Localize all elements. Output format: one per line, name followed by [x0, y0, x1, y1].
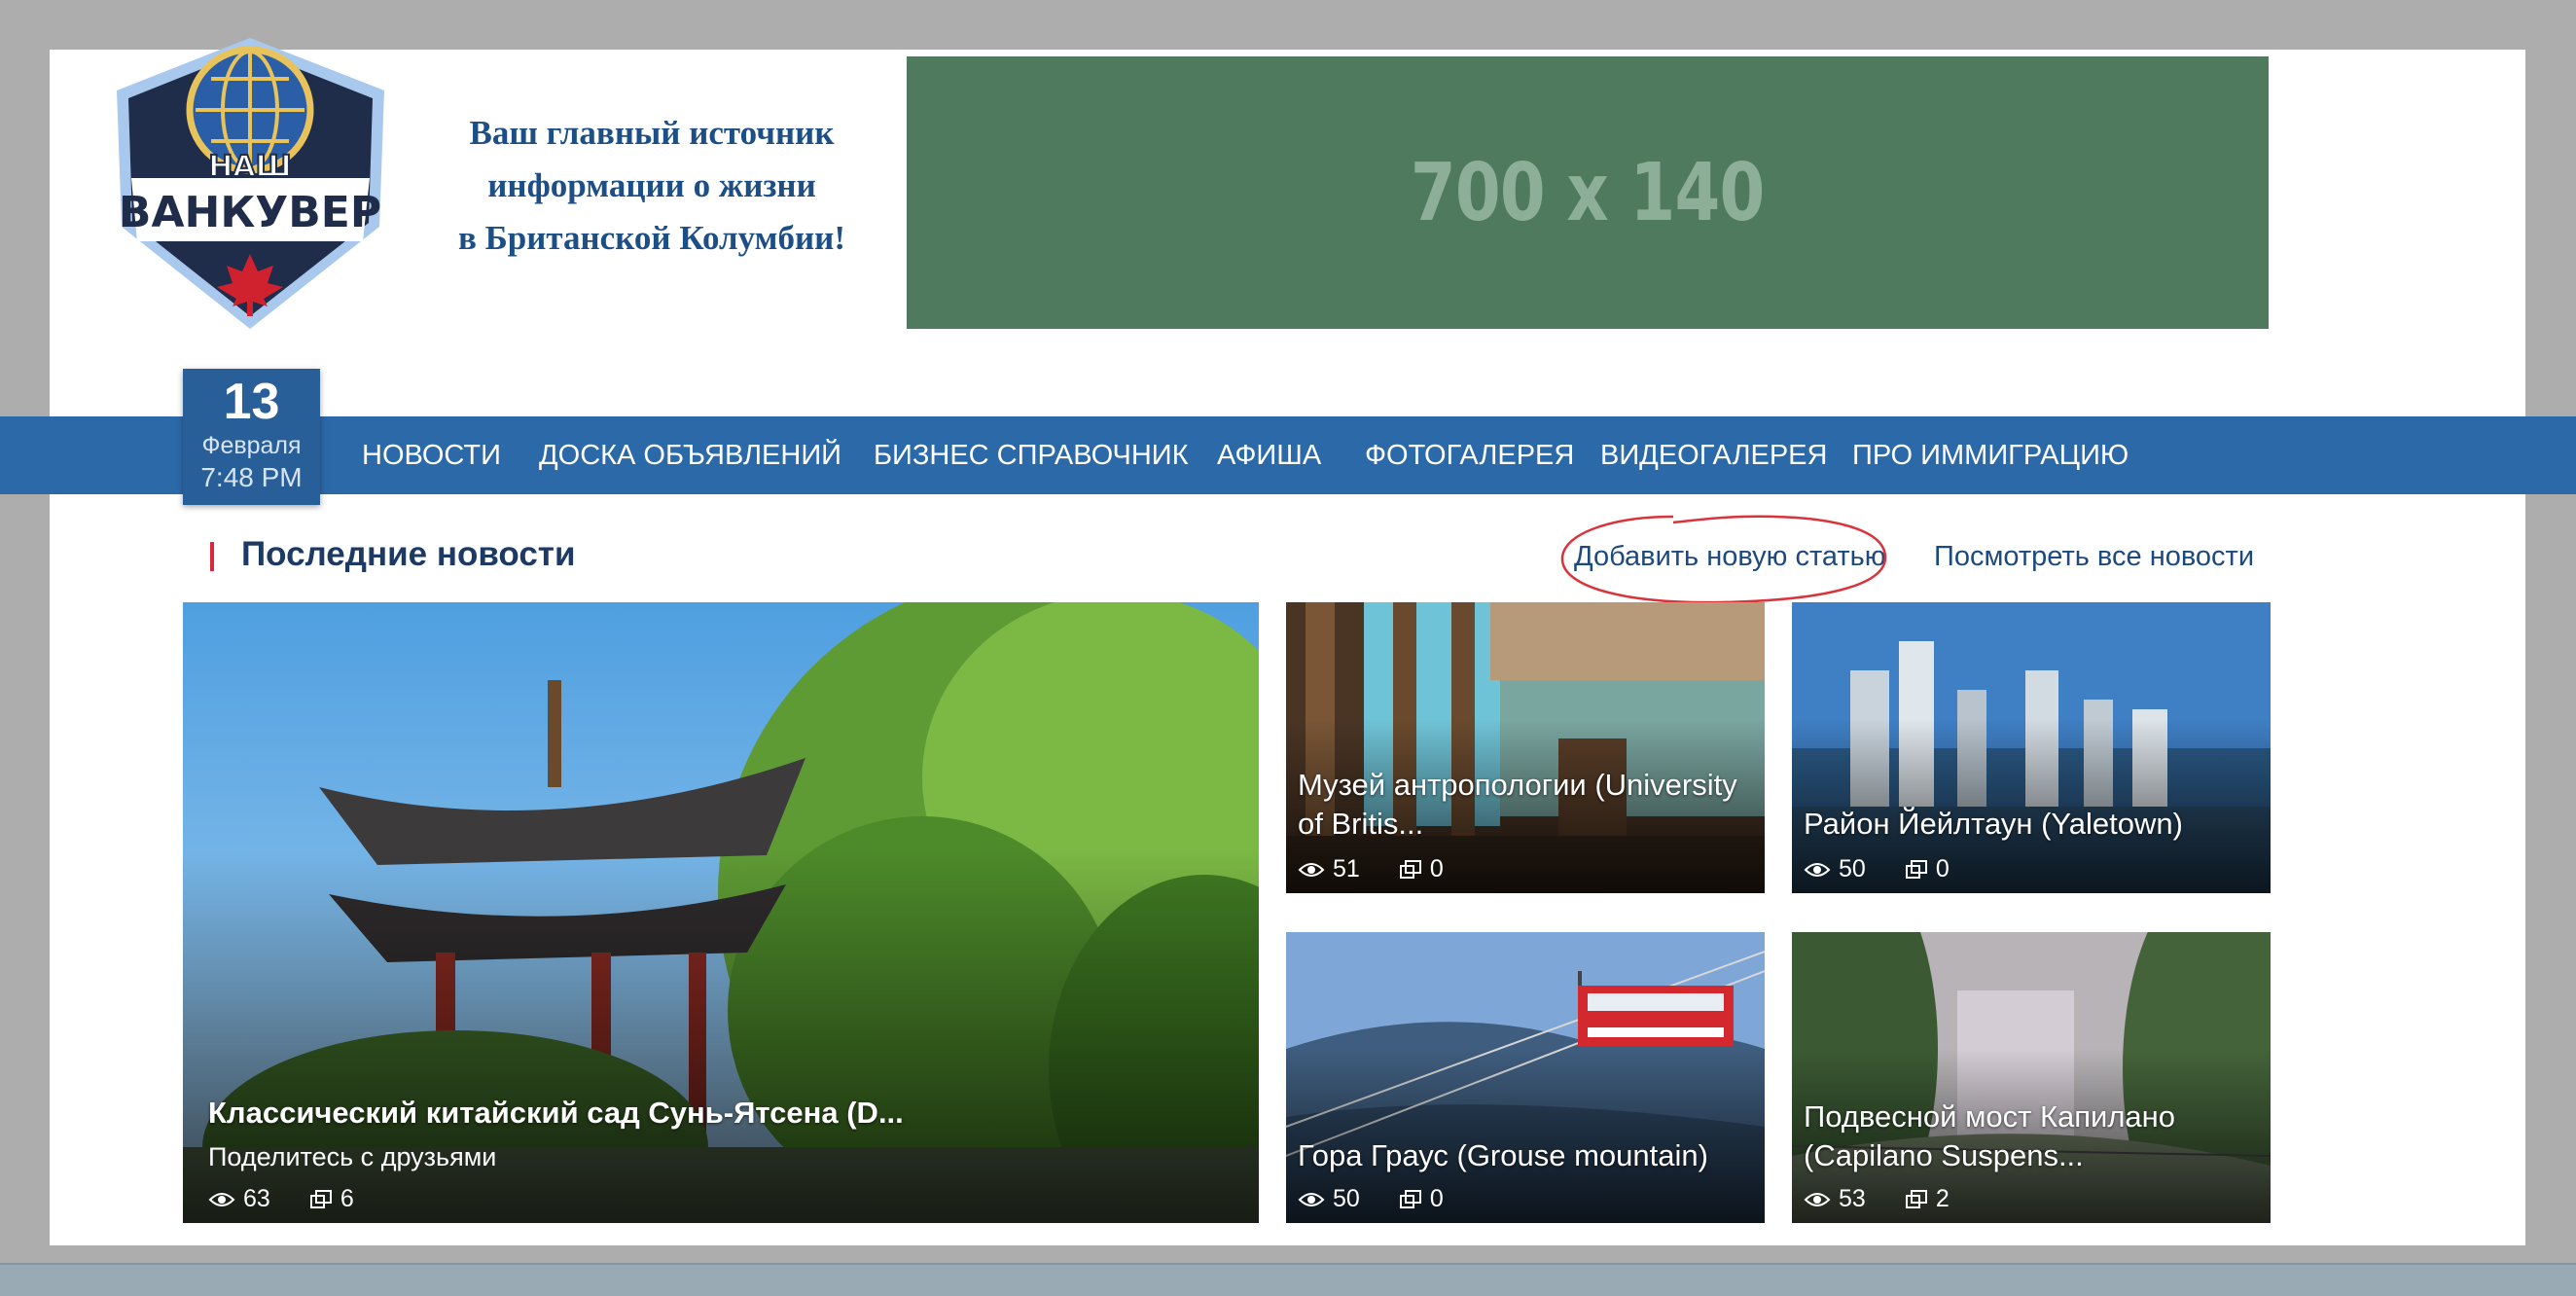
slogan-line-3: в Британской Колумбии!	[457, 219, 846, 257]
card-stats: 50 0	[1298, 1185, 1444, 1213]
date-widget: 13 Февраля 7:48 PM	[183, 369, 320, 505]
card-comments-count: 0	[1935, 855, 1950, 882]
card-views-count: 50	[1333, 1185, 1360, 1212]
site-slogan: Ваш главный источник информации о жизни …	[428, 107, 876, 265]
card-views-count: 63	[243, 1185, 270, 1212]
eye-icon	[1804, 861, 1831, 879]
add-article-link[interactable]: Добавить новую статью	[1574, 541, 1886, 573]
card-share-text[interactable]: Поделитесь с друзьями	[208, 1142, 496, 1172]
card-views-count: 51	[1333, 855, 1360, 882]
news-card-yaletown[interactable]: Район Йейлтаун (Yaletown) 50 0	[1792, 602, 2271, 893]
site-logo[interactable]: НАШ ВАНКУВЕР	[102, 32, 399, 336]
card-title[interactable]: Подвесной мост Капилано (Capilano Suspen…	[1804, 1098, 2261, 1175]
card-views-count: 53	[1839, 1185, 1866, 1212]
date-month: Февраля	[201, 432, 302, 459]
section-accent-bar	[210, 542, 214, 571]
nav-item-events[interactable]: АФИША	[1217, 416, 1321, 494]
slogan-line-2: информации о жизни	[487, 166, 816, 204]
news-card-capilano-bridge[interactable]: Подвесной мост Капилано (Capilano Suspen…	[1792, 932, 2271, 1223]
comments-icon	[1399, 859, 1422, 881]
view-all-news-link[interactable]: Посмотреть все новости	[1934, 541, 2254, 573]
card-stats: 50 0	[1804, 855, 1950, 883]
card-stats: 63 6	[208, 1185, 354, 1213]
card-title[interactable]: Район Йейлтаун (Yaletown)	[1804, 805, 2261, 844]
slogan-line-1: Ваш главный источник	[469, 114, 835, 152]
browser-bottom-strip	[0, 1263, 2576, 1296]
card-title[interactable]: Гора Граус (Grouse mountain)	[1298, 1136, 1755, 1175]
eye-icon	[1298, 1191, 1325, 1208]
date-day: 13	[223, 374, 280, 430]
card-comments-count: 0	[1429, 1185, 1444, 1212]
logo-text-main: ВАНКУВЕР	[119, 188, 381, 237]
comments-icon	[1399, 1189, 1422, 1210]
nav-item-immigration[interactable]: ПРО ИММИГРАЦИЮ	[1852, 416, 2129, 494]
card-stats: 53 2	[1804, 1185, 1950, 1213]
card-stats: 51 0	[1298, 855, 1444, 883]
card-comments-count: 6	[340, 1185, 354, 1212]
comments-icon	[1905, 859, 1928, 881]
news-card-grouse-mountain[interactable]: Гора Граус (Grouse mountain) 50 0	[1286, 932, 1765, 1223]
nav-item-business-directory[interactable]: БИЗНЕС СПРАВОЧНИК	[874, 416, 1189, 494]
eye-icon	[1298, 861, 1325, 879]
card-comments-count: 2	[1935, 1185, 1950, 1212]
comments-icon	[309, 1189, 333, 1210]
comments-icon	[1905, 1189, 1928, 1210]
date-time: 7:48 PM	[200, 462, 303, 492]
card-comments-count: 0	[1429, 855, 1444, 882]
nav-item-classifieds[interactable]: ДОСКА ОБЪЯВЛЕНИЙ	[539, 416, 841, 494]
section-title: Последние новости	[241, 535, 576, 573]
news-card-chinese-garden[interactable]: Классический китайский сад Сунь-Ятсена (…	[183, 602, 1259, 1223]
nav-item-video-gallery[interactable]: ВИДЕОГАЛЕРЕЯ	[1600, 416, 1827, 494]
logo-text-top: НАШ	[208, 150, 291, 184]
news-card-anthropology-museum[interactable]: Музей антропологии (University of Britis…	[1286, 602, 1765, 893]
card-views-count: 50	[1839, 855, 1866, 882]
card-title[interactable]: Классический китайский сад Сунь-Ятсена (…	[208, 1094, 1249, 1133]
ad-banner-size-text: 700 x 140	[1411, 146, 1765, 239]
nav-item-news[interactable]: НОВОСТИ	[362, 416, 501, 494]
eye-icon	[1804, 1191, 1831, 1208]
eye-icon	[208, 1191, 235, 1208]
card-title[interactable]: Музей антропологии (University of Britis…	[1298, 766, 1755, 844]
ad-banner[interactable]: 700 x 140	[907, 56, 2269, 329]
nav-item-photo-gallery[interactable]: ФОТОГАЛЕРЕЯ	[1365, 416, 1574, 494]
